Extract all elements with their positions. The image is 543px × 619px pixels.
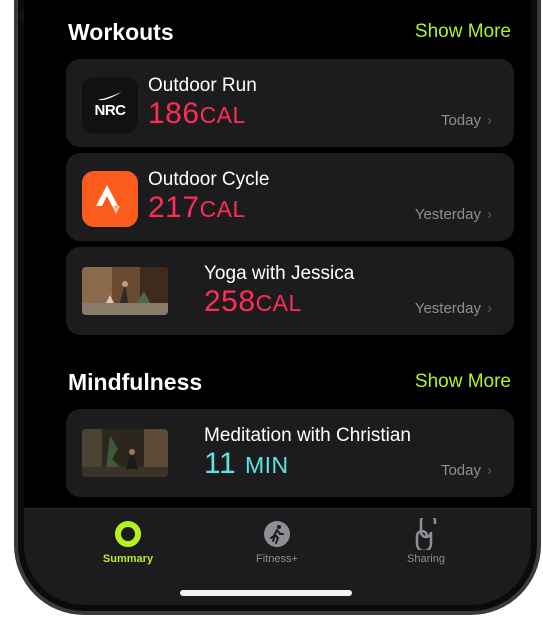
workout-date: Yesterday › xyxy=(415,206,492,223)
tab-label: Fitness+ xyxy=(256,553,298,565)
mindfulness-title: Mindfulness xyxy=(68,368,203,395)
tab-label: Sharing xyxy=(407,553,445,565)
session-name: Meditation with Christian xyxy=(204,425,411,446)
mindful-card-meditation[interactable]: Meditation with Christian 11 MIN Today › xyxy=(66,409,514,497)
workout-card-outdoor-run[interactable]: NRC Outdoor Run 186CAL Today › xyxy=(66,59,514,147)
session-date: Today › xyxy=(441,462,492,479)
tab-label: Summary xyxy=(102,553,154,565)
chevron-right-icon: › xyxy=(487,112,492,129)
workout-date: Yesterday › xyxy=(415,300,492,317)
workout-calories: 217CAL xyxy=(148,191,246,225)
calorie-value: 258 xyxy=(204,285,256,318)
date-label: Yesterday xyxy=(414,300,481,317)
meditation-thumbnail xyxy=(82,429,168,477)
calorie-value: 217 xyxy=(148,191,200,224)
duration-unit: MIN xyxy=(245,452,289,478)
workout-date: Today › xyxy=(441,112,492,129)
calorie-unit: CAL xyxy=(255,290,302,316)
date-label: Today xyxy=(440,462,481,479)
home-indicator[interactable] xyxy=(180,590,352,596)
nrc-logo-text: NRC xyxy=(94,102,127,119)
workout-calories: 186CAL xyxy=(148,97,246,131)
workout-calories: 258CAL xyxy=(204,285,302,319)
runner-icon xyxy=(217,517,337,551)
chevron-right-icon: › xyxy=(487,300,492,317)
workout-card-yoga[interactable]: Yoga with Jessica 258CAL Yesterday › xyxy=(66,247,514,335)
session-duration: 11 MIN xyxy=(204,447,289,481)
strava-icon xyxy=(82,171,138,227)
date-label: Today xyxy=(440,112,481,129)
yoga-thumbnail xyxy=(82,267,168,315)
mindfulness-show-more-button[interactable]: Show More xyxy=(415,371,511,393)
duration-value: 11 xyxy=(204,447,237,480)
chevron-right-icon: › xyxy=(487,462,492,479)
workouts-title: Workouts xyxy=(68,18,174,45)
workout-card-outdoor-cycle[interactable]: Outdoor Cycle 217CAL Yesterday › xyxy=(66,153,514,241)
chevron-right-icon: › xyxy=(487,206,492,223)
mindfulness-header: Mindfulness Show More xyxy=(68,367,511,397)
workout-name: Yoga with Jessica xyxy=(204,263,355,284)
date-label: Yesterday xyxy=(414,206,481,223)
nrc-icon: NRC xyxy=(82,77,138,133)
workouts-header: Workouts Show More xyxy=(68,17,511,47)
sharing-icon xyxy=(366,517,486,551)
activity-ring-icon xyxy=(68,517,188,551)
tab-sharing[interactable]: Sharing xyxy=(366,517,486,565)
calorie-unit: CAL xyxy=(199,196,246,222)
workout-name: Outdoor Cycle xyxy=(148,169,270,190)
workout-name: Outdoor Run xyxy=(148,75,257,96)
tab-fitness-plus[interactable]: Fitness+ xyxy=(217,517,337,565)
screen: Workouts Show More NRC Outdoor Run 186CA… xyxy=(24,0,531,605)
tab-summary[interactable]: Summary xyxy=(68,517,188,565)
workouts-show-more-button[interactable]: Show More xyxy=(415,21,511,43)
calorie-value: 186 xyxy=(148,97,200,130)
calorie-unit: CAL xyxy=(199,102,246,128)
